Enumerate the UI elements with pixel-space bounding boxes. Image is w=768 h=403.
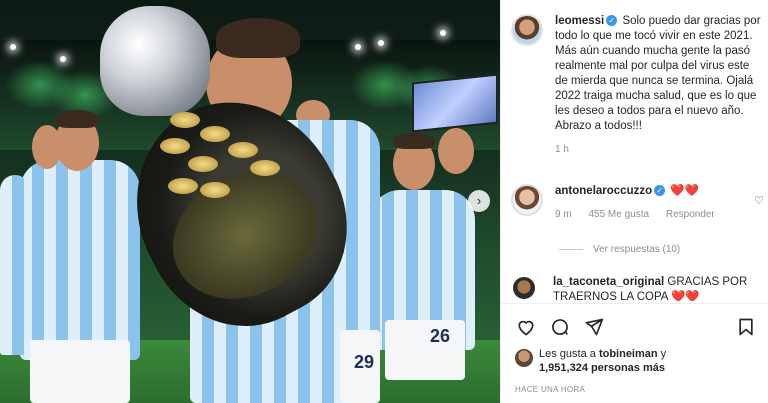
avatar[interactable] xyxy=(511,275,537,301)
post-caption: leomessi ✓ Solo puedo dar gracias por tod… xyxy=(511,14,764,157)
post-action-bar xyxy=(501,303,768,340)
trophy-plaque xyxy=(170,112,200,128)
player-edge xyxy=(0,175,30,355)
player-far-head xyxy=(438,128,474,174)
player-left xyxy=(20,160,140,360)
comment-item: antonelaroccuzzo ✓ ❤️❤️ 9 m 455 Me gusta … xyxy=(511,184,764,222)
view-replies-button[interactable]: Ver respuestas (10) xyxy=(559,244,680,255)
avatar[interactable] xyxy=(511,14,543,46)
replies-divider xyxy=(559,249,583,250)
stadium-screen xyxy=(412,73,498,133)
trophy-cup xyxy=(100,6,210,116)
trophy-plaque xyxy=(200,182,230,198)
trophy-plaque xyxy=(188,156,218,172)
caption-username[interactable]: leomessi xyxy=(555,15,604,27)
comment-heart-icon[interactable]: ♡ xyxy=(754,194,764,209)
likes-connector: y xyxy=(657,348,667,360)
trophy-plaque xyxy=(160,138,190,154)
player-right-shorts xyxy=(385,320,465,380)
heart-icon[interactable] xyxy=(513,314,539,340)
player-edge-head xyxy=(32,125,62,169)
stadium-light xyxy=(10,44,16,50)
stadium-light xyxy=(378,40,384,46)
comment-time: 9 m xyxy=(555,209,572,220)
comment-username[interactable]: la_taconeta_original xyxy=(553,276,664,288)
comment-likes[interactable]: 455 Me gusta xyxy=(588,209,649,220)
trophy-plaque xyxy=(228,142,258,158)
trophy-plaque xyxy=(200,126,230,142)
shorts-number-main: 29 xyxy=(354,352,375,372)
verified-icon: ✓ xyxy=(606,15,618,27)
likes-count[interactable]: 1,951,324 personas más xyxy=(539,362,665,374)
trophy-plaque xyxy=(168,178,198,194)
comment-username[interactable]: antonelaroccuzzo xyxy=(555,185,652,197)
chevron-right-icon[interactable]: › xyxy=(468,190,490,212)
comment-meta: 9 m 455 Me gusta Responder xyxy=(555,207,764,222)
post-timestamp: HACE UNA HORA xyxy=(515,385,586,394)
share-icon[interactable] xyxy=(581,314,607,340)
reply-button[interactable]: Responder xyxy=(666,209,715,220)
player-left-shorts xyxy=(30,340,130,403)
post-side-panel: leomessi ✓ Solo puedo dar gracias por tod… xyxy=(500,0,768,403)
main-player-hair xyxy=(216,18,300,58)
stadium-light xyxy=(440,30,446,36)
likes-prefix: Les gusta a xyxy=(539,348,599,360)
likes-summary: Les gusta a tobineiman y 1,951,324 perso… xyxy=(515,347,666,375)
bookmark-icon[interactable] xyxy=(733,314,759,340)
player-right-hair xyxy=(393,133,435,149)
caption-text: Solo puedo dar gracias por todo lo que m… xyxy=(555,15,761,132)
stadium-light xyxy=(355,44,361,50)
caption-time: 1 h xyxy=(555,144,569,155)
likes-user[interactable]: tobineiman xyxy=(599,348,658,360)
verified-icon: ✓ xyxy=(654,185,666,197)
comment-icon[interactable] xyxy=(547,314,573,340)
comment-item: la_taconeta_original GRACIAS POR TRAERNO… xyxy=(511,275,764,301)
stadium-light xyxy=(60,56,66,62)
shorts-number-right: 26 xyxy=(430,326,451,346)
comment-text: ❤️❤️ xyxy=(670,185,699,197)
view-replies-label: Ver respuestas (10) xyxy=(593,244,681,255)
avatar[interactable] xyxy=(511,184,543,216)
post-photo[interactable]: 26 29 › xyxy=(0,0,500,403)
trophy-plaque xyxy=(250,160,280,176)
avatar[interactable] xyxy=(515,349,533,367)
player-left-hair xyxy=(55,110,99,128)
